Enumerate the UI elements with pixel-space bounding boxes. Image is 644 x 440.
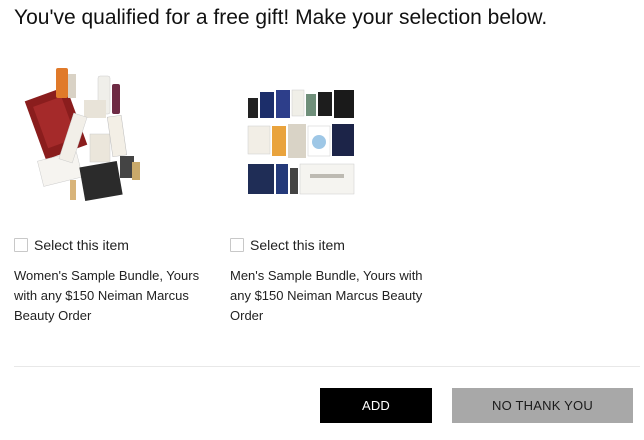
select-item-label: Select this item <box>34 237 129 253</box>
women-bundle-image <box>20 52 158 212</box>
select-item-label: Select this item <box>250 237 345 253</box>
divider <box>14 366 640 367</box>
men-bundle-image <box>242 84 360 234</box>
select-women-bundle[interactable]: Select this item <box>14 237 129 253</box>
page-title: You've qualified for a free gift! Make y… <box>14 6 548 29</box>
women-bundle-checkbox[interactable] <box>14 238 28 252</box>
men-bundle-description: Men's Sample Bundle, Yours with any $150… <box>230 268 423 323</box>
men-bundle-checkbox[interactable] <box>230 238 244 252</box>
add-button[interactable]: ADD <box>320 388 432 423</box>
select-men-bundle[interactable]: Select this item <box>230 237 345 253</box>
no-thank-you-button[interactable]: NO THANK YOU <box>452 388 633 423</box>
women-bundle-description: Women's Sample Bundle, Yours with any $1… <box>14 268 200 323</box>
